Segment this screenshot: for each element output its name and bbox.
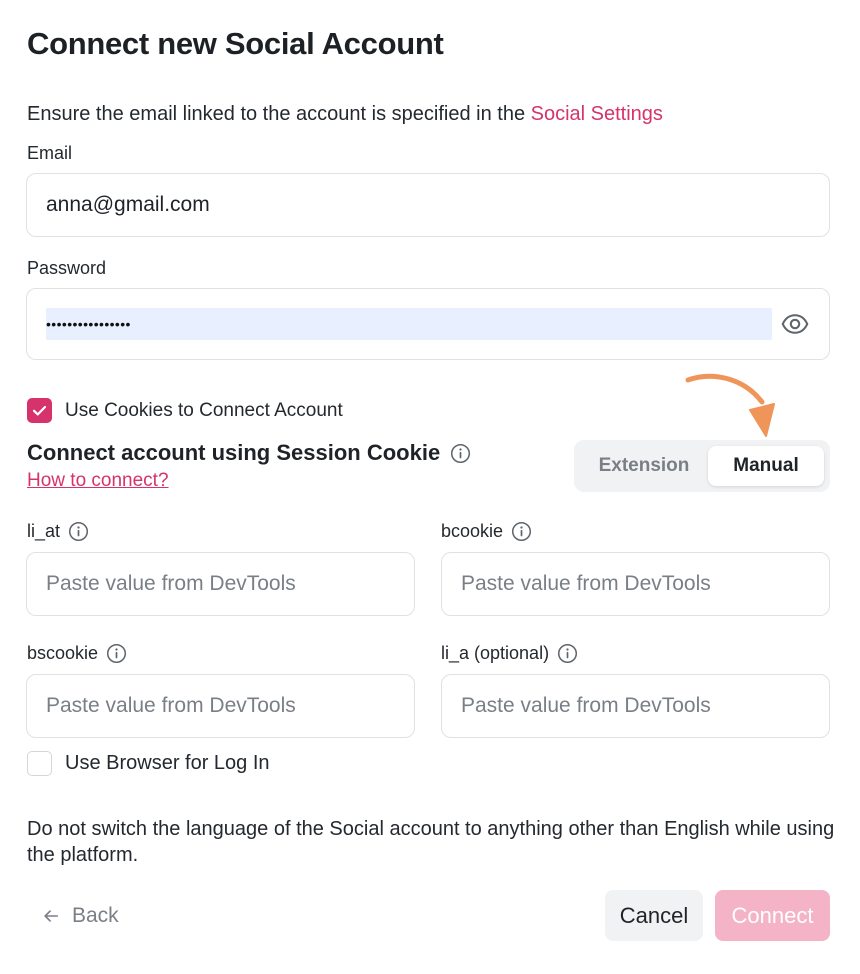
bscookie-input[interactable] [27,675,414,737]
bcookie-label-text: bcookie [441,521,504,541]
connect-button[interactable]: Connect [715,890,830,941]
li-at-label: li_at [27,521,89,542]
info-icon[interactable] [106,643,127,664]
li-at-field-wrapper [26,552,415,616]
email-label: Email [27,143,72,164]
annotation-arrow-icon [685,373,775,437]
li-at-label-text: li_at [27,521,61,541]
info-icon[interactable] [68,521,89,542]
info-icon[interactable] [511,521,532,542]
info-icon[interactable] [450,443,471,464]
email-field[interactable] [27,174,829,236]
li-a-label-text: li_a (optional) [441,643,550,663]
connect-mode-toggle: Extension Manual [574,440,830,492]
password-value: •••••••••••••••• [46,316,131,332]
notice-text: Ensure the email linked to the account i… [27,103,531,125]
mode-option-manual[interactable]: Manual [708,446,824,486]
social-settings-link[interactable]: Social Settings [531,103,663,125]
use-cookies-label: Use Cookies to Connect Account [65,400,343,421]
cancel-button[interactable]: Cancel [605,890,703,941]
bscookie-label: bscookie [27,643,127,664]
eye-icon[interactable] [781,310,809,338]
li-a-input[interactable] [442,675,829,737]
bcookie-input[interactable] [442,553,829,615]
use-browser-label: Use Browser for Log In [65,752,270,774]
use-cookies-checkbox[interactable] [27,398,52,423]
bcookie-label: bcookie [441,521,532,542]
arrow-left-icon [44,910,59,922]
li-a-label: li_a (optional) [441,643,578,664]
email-field-wrapper [26,173,830,237]
back-button[interactable]: Back [42,900,119,932]
email-label-text: Email [27,143,73,163]
how-to-connect-link[interactable]: How to connect? [27,470,169,492]
password-label-text: Password [27,258,107,278]
bcookie-field-wrapper [441,552,830,616]
use-browser-checkbox[interactable] [27,751,52,776]
bscookie-label-text: bscookie [27,643,99,663]
back-label: Back [72,904,119,927]
li-a-field-wrapper [441,674,830,738]
check-icon [32,405,47,416]
password-field[interactable]: •••••••••••••••• [26,288,830,360]
password-autofill-highlight: •••••••••••••••• [46,308,772,340]
password-label: Password [27,258,106,279]
settings-notice: Ensure the email linked to the account i… [27,103,663,126]
li-at-input[interactable] [27,553,414,615]
session-cookie-title-text: Connect account using Session Cookie [27,440,441,465]
bscookie-field-wrapper [26,674,415,738]
info-icon[interactable] [557,643,578,664]
language-warning: Do not switch the language of the Social… [27,818,835,866]
dialog-title: Connect new Social Account [27,26,444,61]
mode-option-extension[interactable]: Extension [580,446,708,486]
session-cookie-title: Connect account using Session Cookie [27,440,471,466]
